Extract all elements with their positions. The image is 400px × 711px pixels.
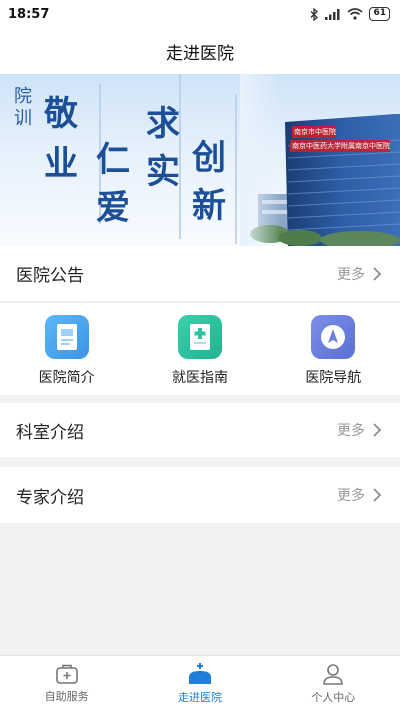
more-label: 更多 [337,488,365,504]
motto-char-ren: 仁 [96,140,130,180]
shortcut-hospital-navigation[interactable]: 医院导航 [278,315,388,387]
tab-label: 走进医院 [177,691,222,704]
motto-char: 院 [14,86,32,107]
tab-self-service[interactable]: 自助服务 [0,656,133,711]
shortcut-grid: 医院简介 就医指南 医院导航 [0,303,400,395]
experts-row[interactable]: 专家介绍 更多 [0,467,400,523]
more-label: 更多 [337,266,365,283]
title-bar: 走进医院 [0,28,400,74]
status-time: 18:57 [8,6,50,22]
building-sign-line1: 南京市中医院 [294,128,336,136]
bluetooth-icon [311,7,319,21]
announcements-more-link[interactable]: 更多 [337,264,382,284]
shortcut-label: 医院简介 [38,370,95,386]
motto-char-xin: 新 [192,186,226,226]
tab-label: 自助服务 [44,690,89,703]
experts-label: 专家介绍 [16,487,84,508]
battery-indicator: 61 [369,7,390,21]
signal-icon [325,9,340,20]
banner-motto-label: 院 训 [14,86,32,130]
hospital-banner[interactable]: 院 训 敬 业 仁 爱 求 实 创 新 南京市中医院 南京中医药大学附属南京中医… [0,74,400,246]
shortcut-label: 就医指南 [171,370,228,386]
motto-char-shi: 实 [146,152,180,192]
status-bar: 18:57 61 [0,0,400,28]
motto-char-ye: 业 [44,144,78,184]
status-icons: 61 [310,7,390,21]
user-icon [323,664,344,685]
chevron-right-icon [373,423,382,437]
departments-more-link[interactable]: 更多 [337,420,382,440]
medical-kit-icon [55,664,78,684]
tab-about-hospital[interactable]: 走进医院 [133,656,266,711]
shortcut-label: 医院导航 [305,370,362,386]
chevron-right-icon [373,488,382,502]
departments-row[interactable]: 科室介绍 更多 [0,403,400,457]
document-icon [44,315,89,359]
motto-char-ai: 爱 [96,188,130,228]
bottom-tab-bar: 自助服务 走进医院 个人中心 [0,655,400,711]
motto-char-qiu: 求 [146,104,180,144]
departments-label: 科室介绍 [16,422,84,443]
motto-char-chuang: 创 [192,138,226,178]
chevron-right-icon [373,266,382,281]
page-title: 走进医院 [166,43,234,64]
shortcut-hospital-intro[interactable]: 医院简介 [12,315,122,387]
tab-personal-center[interactable]: 个人中心 [267,656,400,711]
tab-label: 个人中心 [311,691,356,704]
announcements-row[interactable]: 医院公告 更多 [0,246,400,302]
motto-char-jing: 敬 [44,94,78,134]
navigation-icon [311,315,356,359]
medical-guide-icon [177,315,222,359]
motto-char: 训 [14,108,32,129]
experts-more-link[interactable]: 更多 [337,485,382,505]
shortcut-medical-guide[interactable]: 就医指南 [145,315,255,387]
wifi-icon [347,8,363,20]
announcements-label: 医院公告 [16,266,84,286]
more-label: 更多 [337,423,365,439]
hospital-icon [188,663,211,684]
building-sign-line2: 南京中医药大学附属南京中医院 [292,142,390,150]
